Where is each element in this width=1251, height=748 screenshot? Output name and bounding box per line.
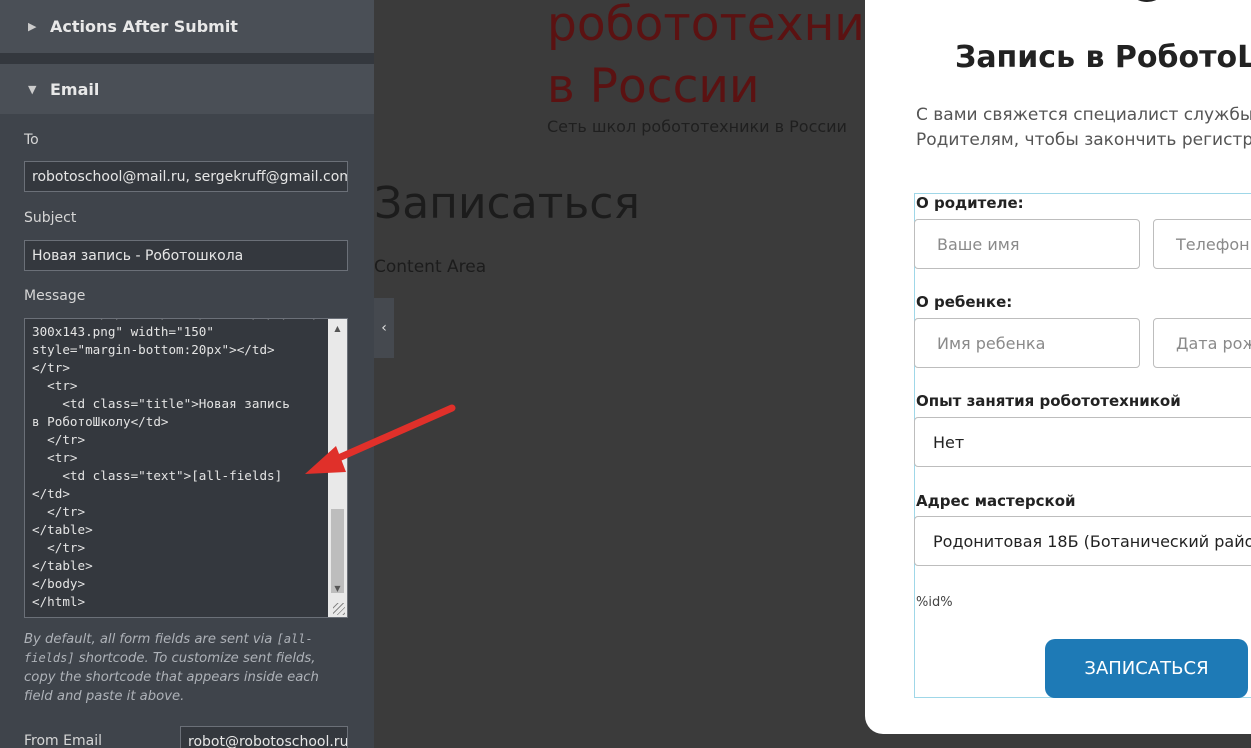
annotation-arrow-icon bbox=[305, 404, 456, 474]
